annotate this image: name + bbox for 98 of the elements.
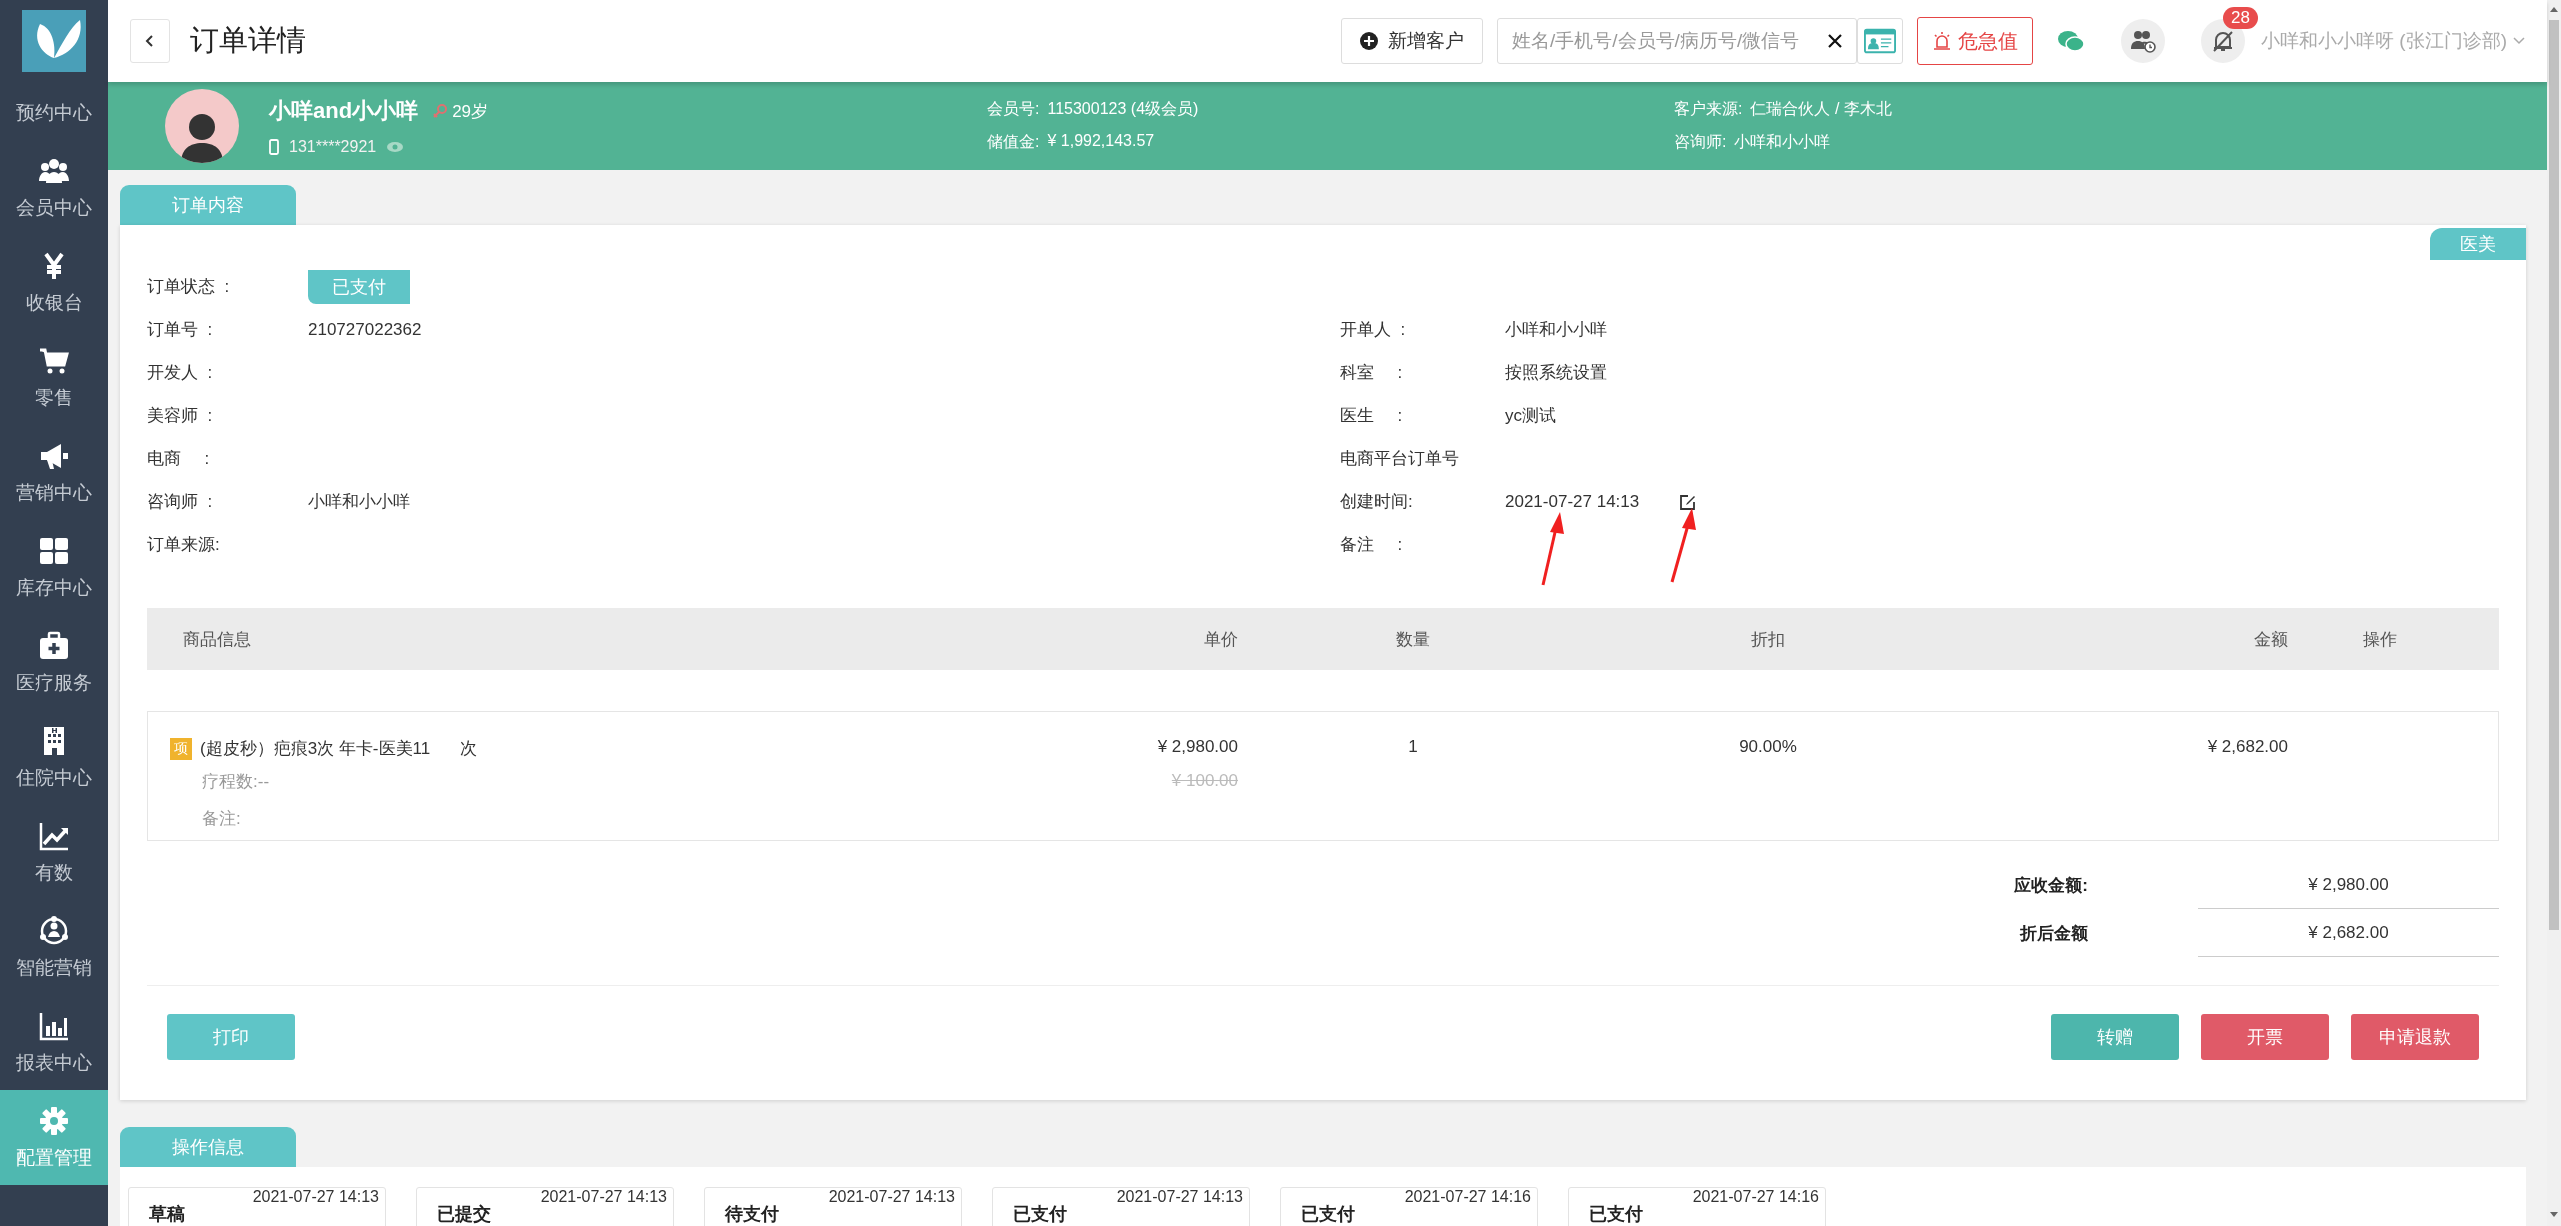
field-value: 小咩和小小咩 [1505, 319, 1607, 341]
critical-value-button[interactable]: 危急值 [1917, 17, 2034, 65]
total-value: ¥ 2,980.00 [2198, 861, 2499, 909]
field-label: 电商平台订单号 [1340, 448, 1460, 470]
wechat-icon[interactable] [2057, 29, 2086, 53]
butterfly-logo-icon [22, 10, 86, 72]
group-clock-icon [2129, 29, 2158, 53]
status-badge: 已支付 [308, 269, 410, 304]
customer-phone: 131****2921 [289, 138, 377, 156]
search-field[interactable]: 姓名/手机号/会员号/病历号/微信号 [1497, 18, 1858, 64]
discount: 90.00% [1738, 737, 1798, 757]
item-unit: 次 [460, 738, 478, 760]
grid-icon [38, 535, 70, 567]
sidebar-item[interactable]: 有数 [0, 805, 108, 900]
field-label: 创建时间: [1340, 491, 1414, 513]
bell-muted-icon [2211, 29, 2236, 53]
edit-icon[interactable] [1679, 492, 1698, 511]
field-value: 小咩和小小咩 [1734, 132, 1831, 152]
field-label: 备注 : [1340, 534, 1404, 556]
field-value: yc测试 [1505, 405, 1556, 427]
customer-name: 小咩and小小咩 [269, 97, 419, 125]
column-header: 商品信息 [182, 628, 252, 651]
new-customer-button[interactable]: 新增客户 [1341, 18, 1484, 64]
total-label: 折后金额 [2020, 922, 2088, 945]
field-value: 按照系统设置 [1505, 362, 1607, 384]
field-label: 开单人 : [1340, 319, 1407, 341]
alarm-light-icon [1932, 31, 1953, 51]
item-name: (超皮秒）疤痕3次 年卡-医美11 [200, 738, 431, 760]
column-header: 金额 [2253, 628, 2289, 651]
page-title: 订单详情 [190, 23, 307, 58]
id-card-icon [1864, 28, 1897, 54]
customer-age: 29岁 [452, 100, 489, 123]
sidebar-item[interactable]: 营销中心 [0, 425, 108, 520]
quantity: 1 [1407, 737, 1419, 757]
action-button[interactable]: 开票 [2201, 1014, 2329, 1060]
chevron-left-icon [144, 33, 156, 49]
field-label: 订单号 : [147, 319, 214, 341]
column-header: 折扣 [1750, 628, 1786, 651]
field-label: 医生 : [1340, 405, 1404, 427]
plus-circle-icon [1360, 32, 1379, 50]
field-label: 开发人 : [147, 362, 214, 384]
id-card-button[interactable] [1857, 18, 1904, 64]
group-clock-button[interactable] [2121, 19, 2166, 63]
column-header: 操作 [2362, 628, 2398, 651]
status-step-card: 已支付 2021-07-27 14:16 [1280, 1187, 1538, 1226]
category-tag: 医美 [2430, 228, 2526, 260]
field-label: 客户来源: [1674, 99, 1743, 119]
field-value: 115300123 (4级会员) [1047, 99, 1199, 119]
status-step-card: 已提交 2021-07-27 14:13 [416, 1187, 674, 1226]
sidebar-item[interactable]: 收银台 [0, 235, 108, 330]
sidebar-item[interactable]: 预约中心 [0, 82, 108, 140]
caret-icon [2513, 37, 2525, 45]
bar-chart-icon [38, 1010, 70, 1042]
medical-kit-icon [38, 630, 70, 662]
close-icon[interactable] [1827, 33, 1844, 49]
item-note: 备注: [202, 808, 242, 830]
item-type-badge: 项 [170, 737, 192, 760]
status-step-card: 已支付 2021-07-27 14:13 [992, 1187, 1250, 1226]
sidebar-item[interactable]: 医疗服务 [0, 615, 108, 710]
sidebar-item[interactable]: 智能营销 [0, 900, 108, 995]
sidebar-item[interactable]: 零售 [0, 330, 108, 425]
field-value: 2021-07-27 14:13 [1505, 491, 1640, 512]
notification-count: 28 [2223, 7, 2258, 29]
field-label: 美容师 : [147, 405, 214, 427]
field-label: 订单来源: [147, 534, 221, 556]
field-label: 咨询师: [1674, 132, 1727, 152]
network-icon [38, 915, 70, 947]
sidebar-item[interactable]: 住院中心 [0, 710, 108, 805]
field-label: 科室 : [1340, 362, 1404, 384]
field-label: 会员号: [987, 99, 1040, 119]
field-label: 储值金: [987, 132, 1040, 152]
field-value: 仁瑞合伙人 / 李木北 [1750, 99, 1892, 119]
status-step-card: 待支付 2021-07-27 14:13 [704, 1187, 962, 1226]
field-value: 小咩和小小咩 [308, 491, 410, 513]
female-icon [432, 103, 449, 119]
field-label: 电商 : [147, 448, 211, 470]
column-header: 单价 [1203, 628, 1239, 651]
status-step-card: 已支付 2021-07-27 14:16 [1568, 1187, 1826, 1226]
original-price: ¥ 100.00 [1171, 771, 1238, 791]
sidebar-item[interactable]: 库存中心 [0, 520, 108, 615]
course-count: 疗程数:-- [202, 771, 271, 793]
field-label: 咨询师 : [147, 491, 214, 513]
field-value: 210727022362 [308, 319, 422, 340]
unit-price: ¥ 2,980.00 [1157, 737, 1238, 757]
eye-icon[interactable] [386, 141, 405, 153]
total-value: ¥ 2,682.00 [2198, 909, 2499, 957]
amount: ¥ 2,682.00 [2206, 737, 2289, 757]
phone-icon [269, 139, 279, 155]
action-button[interactable]: 申请退款 [2351, 1014, 2479, 1060]
settings-icon [38, 1105, 70, 1137]
column-header: 数量 [1395, 628, 1431, 651]
status-step-card: 草稿 2021-07-27 14:13 [128, 1187, 386, 1226]
field-label: 订单状态 : [147, 276, 231, 298]
total-label: 应收金额: [2014, 874, 2088, 897]
field-value: ¥ 1,992,143.57 [1047, 132, 1155, 151]
sidebar-item[interactable]: 报表中心 [0, 995, 108, 1090]
trend-chart-icon [38, 820, 70, 852]
sidebar-item[interactable]: 会员中心 [0, 140, 108, 235]
